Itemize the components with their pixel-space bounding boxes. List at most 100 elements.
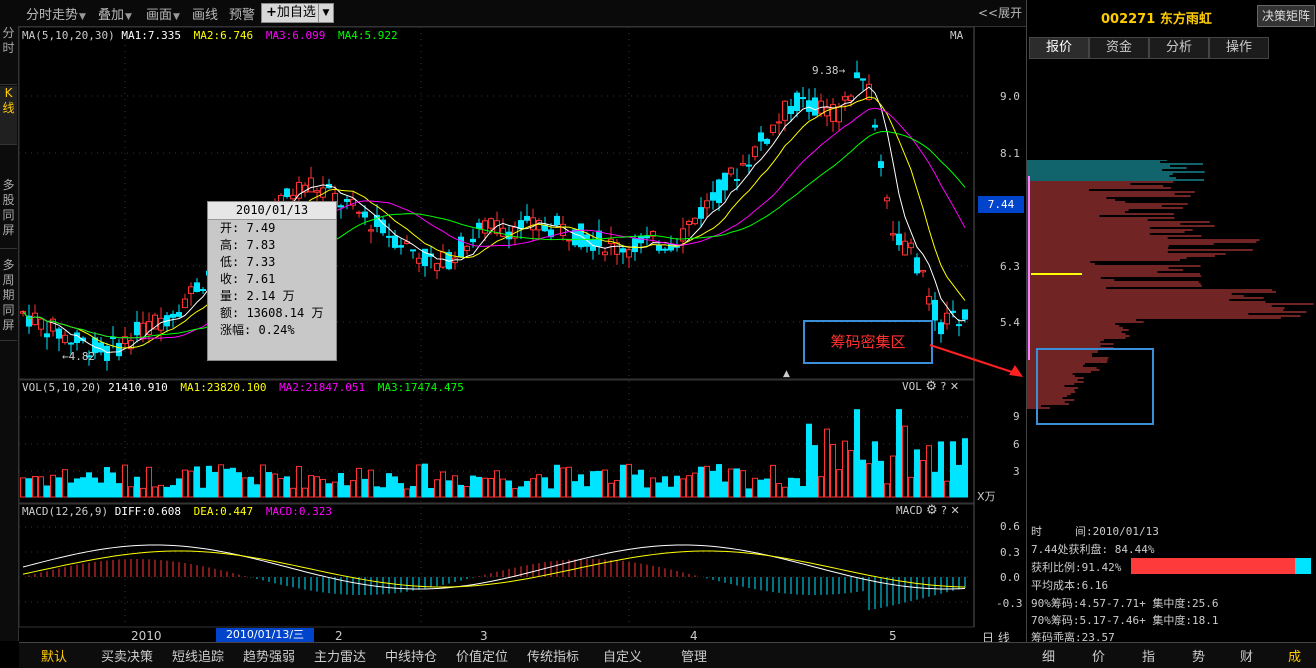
tab-funds[interactable]: 资金 [1089, 37, 1149, 59]
chip-profit-at: 7.44处获利盘: 84.44% [1031, 543, 1155, 556]
volume-bar [368, 469, 374, 498]
candle [662, 248, 668, 251]
toolbar-draw-line[interactable]: 画线 [192, 4, 218, 23]
volume-bar [176, 478, 182, 498]
volume-bar [668, 486, 674, 498]
expand-button[interactable]: <<展开 [978, 4, 1022, 21]
ma-corner-label: MA [950, 29, 964, 42]
tab-multi-period[interactable]: 多周期同屏 [0, 258, 17, 341]
volume-bar [92, 477, 98, 498]
candle [920, 269, 926, 273]
candle [890, 233, 896, 236]
candle [110, 336, 116, 339]
x-axis-label: 2 [335, 629, 343, 643]
volume-bar [920, 459, 926, 498]
volume-bar [944, 480, 950, 498]
toolbar-overlay[interactable]: 叠加▼ [98, 4, 132, 23]
volume-bar [326, 483, 332, 498]
volume-bar [854, 409, 860, 498]
chip-profit-ratio: 获利比例:91.42% [1031, 561, 1122, 574]
rtab-price[interactable]: 价 [1092, 646, 1105, 665]
tab-analysis[interactable]: 分析 [1149, 37, 1209, 59]
volume-bar [68, 482, 74, 498]
candle [812, 97, 818, 116]
macd-panel-frame [19, 503, 975, 628]
volume-bar [608, 482, 614, 498]
rtab-deal[interactable]: 成 [1288, 646, 1301, 665]
tab-trade-decision[interactable]: 买卖决策 [101, 646, 153, 665]
x-axis-label: 5 [889, 629, 897, 643]
profit-ratio-bar [1131, 558, 1295, 574]
volume-bar [950, 441, 956, 498]
volume-bar [158, 484, 164, 498]
tab-intraday[interactable]: 分时 [0, 26, 17, 85]
rtab-trend[interactable]: 势 [1192, 646, 1205, 665]
candle [830, 104, 836, 122]
tab-default[interactable]: 默认 [41, 646, 67, 665]
rtab-finance[interactable]: 财 [1240, 646, 1253, 665]
candle [476, 222, 482, 229]
scroll-marker-icon[interactable]: ▲ [783, 369, 790, 379]
volume-bar [374, 486, 380, 498]
tab-operation[interactable]: 操作 [1209, 37, 1269, 59]
add-watchlist-dropdown[interactable]: ▼ [318, 3, 334, 23]
tab-quote[interactable]: 报价 [1029, 37, 1089, 59]
chip-90: 90%筹码:4.57-7.71+ 集中度:25.6 [1031, 597, 1219, 610]
tab-mid-holding[interactable]: 中线持仓 [385, 646, 437, 665]
volume-bar [428, 488, 434, 498]
volume-bar [398, 483, 404, 498]
volume-bar [956, 464, 962, 498]
volume-bar [842, 440, 848, 498]
candle [758, 132, 764, 142]
toolbar-alert[interactable]: 预警 [229, 4, 255, 23]
stock-title: 002271 东方雨虹 [1101, 12, 1212, 27]
tab-multi-stock[interactable]: 多股同屏 [0, 178, 17, 249]
volume-bar [362, 478, 368, 498]
volume-bar [872, 441, 878, 498]
candle [470, 238, 476, 243]
macd-header: MACD(12,26,9) DIFF:0.608 DEA:0.447 MACD:… [22, 505, 333, 518]
volume-bar [878, 460, 884, 498]
candle [854, 72, 860, 79]
candle [500, 227, 506, 237]
help-icon[interactable]: ? [941, 504, 947, 517]
volume-bar [758, 479, 764, 498]
toolbar-intraday[interactable]: 分时走势▼ [26, 4, 86, 23]
toolbar-screen[interactable]: 画面▼ [146, 4, 180, 23]
candle [44, 333, 50, 338]
candle [842, 96, 848, 101]
volume-bar [344, 485, 350, 498]
candle [434, 263, 440, 272]
tab-value-position[interactable]: 价值定位 [456, 646, 508, 665]
gear-icon[interactable]: ⚙ [926, 503, 938, 518]
candle [770, 124, 776, 133]
volume-bar [464, 485, 470, 498]
volume-bar [542, 477, 548, 498]
tab-manage[interactable]: 管理 [681, 646, 707, 665]
candle [362, 211, 368, 218]
candle [710, 192, 716, 201]
volume-bar [728, 468, 734, 498]
close-icon[interactable]: ✕ [951, 504, 960, 517]
volume-bar [104, 467, 110, 498]
candle [788, 105, 794, 115]
candle [116, 342, 122, 357]
volume-bar [188, 470, 194, 498]
tab-traditional[interactable]: 传统指标 [527, 646, 579, 665]
tab-short-track[interactable]: 短线追踪 [172, 646, 224, 665]
candle [566, 239, 572, 242]
rtab-index[interactable]: 指 [1142, 646, 1155, 665]
tab-custom[interactable]: 自定义 [603, 646, 642, 665]
rtab-detail[interactable]: 细 [1042, 646, 1055, 665]
volume-bar [566, 466, 572, 498]
add-watchlist-button[interactable]: +加自选 [261, 3, 321, 23]
volume-bar [494, 470, 500, 498]
tab-kline[interactable]: K线 [0, 86, 17, 145]
arrow-line [929, 344, 1016, 374]
volume-bar [80, 477, 86, 498]
tab-trend-strength[interactable]: 趋势强弱 [243, 646, 295, 665]
tab-main-radar[interactable]: 主力雷达 [314, 646, 366, 665]
decision-matrix-button[interactable]: 决策矩阵 [1257, 5, 1315, 27]
indicator-tabs: 默认 买卖决策 短线追踪 趋势强弱 主力雷达 中线持仓 价值定位 传统指标 自定… [19, 642, 1026, 668]
tooltip-high: 高: 7.83 [220, 238, 276, 252]
